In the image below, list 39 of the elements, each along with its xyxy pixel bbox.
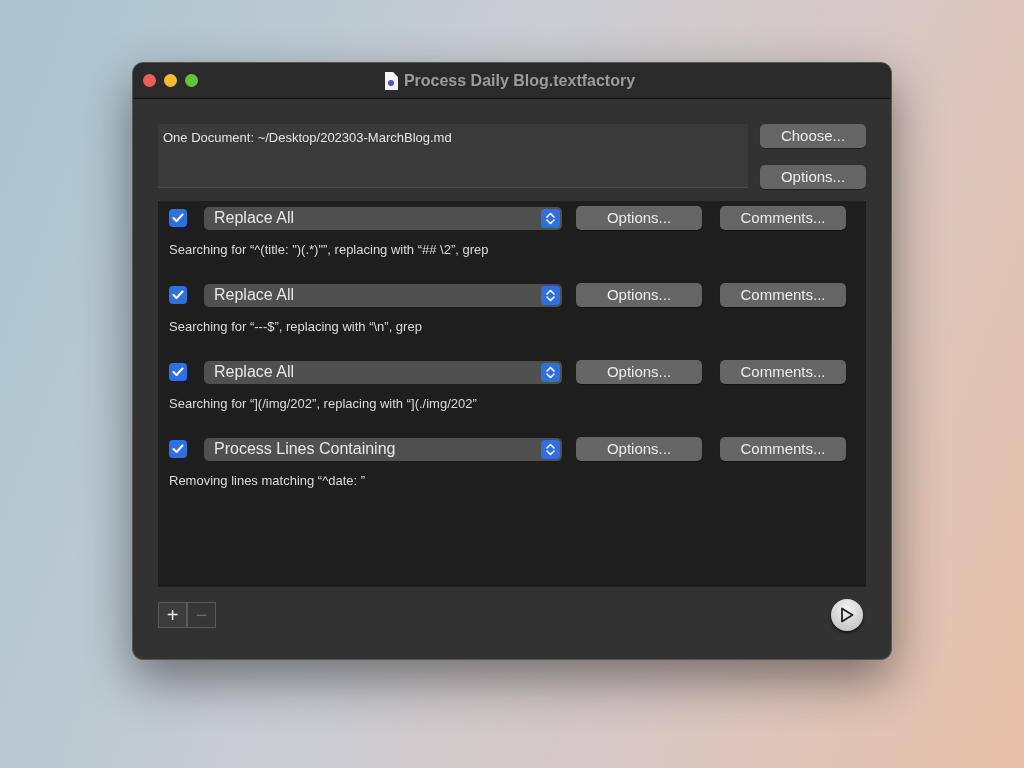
checkmark-icon — [172, 367, 184, 377]
options-button[interactable]: Options... — [576, 360, 702, 384]
checkbox[interactable] — [169, 440, 187, 458]
source-field[interactable]: One Document: ~/Desktop/202303-MarchBlog.md — [158, 124, 748, 188]
choose-button[interactable]: Choose... — [760, 124, 866, 148]
action-description: Searching for “^(title: ")(.*)"”, replacing with “## \2”, grep — [169, 241, 490, 259]
up-down-chevron-icon[interactable] — [541, 362, 560, 382]
checkmark-icon — [172, 444, 184, 454]
up-down-chevron-icon[interactable] — [541, 208, 560, 228]
comments-button[interactable]: Comments... — [720, 283, 846, 307]
close-button[interactable] — [143, 74, 156, 87]
checkbox[interactable] — [169, 363, 187, 381]
action-dropdown[interactable]: Replace All — [204, 283, 562, 307]
add-button[interactable]: + — [158, 602, 187, 628]
document-icon — [383, 71, 398, 90]
action-description: Searching for “---$”, replacing with “\n”, grep — [169, 318, 423, 336]
up-down-chevron-icon[interactable] — [541, 285, 560, 305]
options-button[interactable]: Options... — [576, 206, 702, 230]
minimize-button[interactable] — [164, 74, 177, 87]
action-description: Removing lines matching “^date: ” — [169, 472, 367, 490]
up-down-chevron-icon[interactable] — [541, 439, 560, 459]
checkmark-icon — [172, 290, 184, 300]
checkmark-icon — [172, 213, 184, 223]
comments-button[interactable]: Comments... — [720, 437, 846, 461]
options-button[interactable]: Options... — [576, 283, 702, 307]
options-button[interactable]: Options... — [760, 165, 866, 189]
action-dropdown[interactable]: Replace All — [204, 206, 562, 230]
run-button[interactable] — [831, 599, 863, 631]
action-description: Searching for “](/img/202”, replacing with “](./img/202” — [169, 395, 478, 413]
comments-button[interactable]: Comments... — [720, 206, 846, 230]
window-title: Process Daily Blog.textfactory — [403, 70, 636, 91]
comments-button[interactable]: Comments... — [720, 360, 846, 384]
zoom-button[interactable] — [185, 74, 198, 87]
options-button[interactable]: Options... — [576, 437, 702, 461]
play-icon — [840, 607, 854, 623]
action-dropdown[interactable]: Replace All — [204, 360, 562, 384]
action-dropdown[interactable]: Process Lines Containing — [204, 437, 562, 461]
checkbox[interactable] — [169, 209, 187, 227]
checkbox[interactable] — [169, 286, 187, 304]
